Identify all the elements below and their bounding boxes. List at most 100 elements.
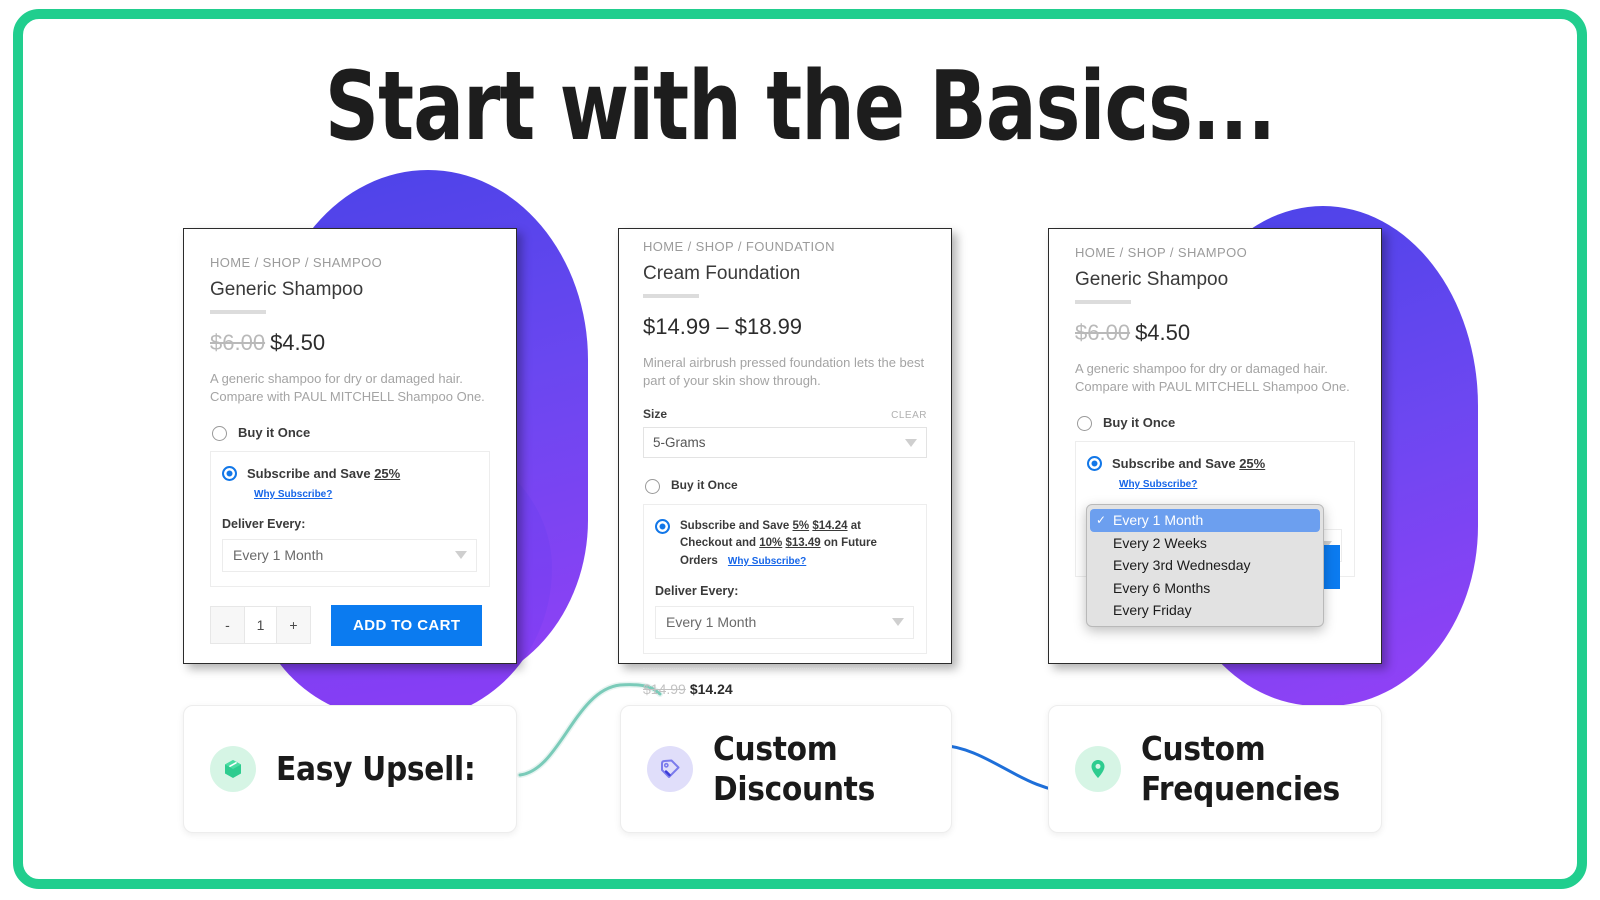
- summary-price: $14.99 $14.24: [643, 681, 927, 697]
- product-title: Cream Foundation: [643, 263, 801, 284]
- dropdown-option-every-3rd-wednesday[interactable]: Every 3rd Wednesday: [1090, 554, 1320, 577]
- subscribe-radio[interactable]: [655, 519, 670, 535]
- dropdown-option-every-6-months[interactable]: Every 6 Months: [1090, 577, 1320, 600]
- dropdown-option-label: Every 2 Weeks: [1113, 534, 1207, 551]
- price-original: $6.00: [1075, 320, 1131, 345]
- dropdown-option-label: Every 6 Months: [1113, 579, 1211, 596]
- divider: [643, 667, 927, 669]
- feature-label: Custom Frequencies: [1141, 729, 1340, 810]
- chevron-down-icon: [905, 438, 917, 447]
- dropdown-option-label: Every 1 Month: [1113, 512, 1204, 529]
- buy-once-option[interactable]: Buy it Once: [1075, 415, 1355, 432]
- subscribe-amt-1: $14.24: [812, 520, 848, 533]
- frequency-select[interactable]: Every 1 Month: [655, 605, 914, 639]
- check-icon: ✓: [1096, 513, 1107, 528]
- summary-price-current: $14.24: [689, 680, 733, 697]
- breadcrumb: HOME / SHOP / SHAMPOO: [1075, 245, 1248, 260]
- product-description: A generic shampoo for dry or damaged hai…: [1075, 361, 1350, 394]
- subscribe-amt-2: $13.49: [785, 537, 821, 550]
- title-underline-rule: [643, 294, 699, 298]
- subscribe-text: Subscribe and Save: [247, 466, 371, 482]
- feature-label-line1: Custom: [1141, 728, 1266, 768]
- price-current: $4.50: [270, 330, 326, 355]
- dropdown-option-label: Every 3rd Wednesday: [1113, 557, 1251, 574]
- frequency-value: Every 1 Month: [233, 547, 324, 564]
- feature-card-easy-upsell: Easy Upsell:: [183, 705, 517, 833]
- price-current: $4.50: [1135, 320, 1191, 345]
- subscribe-text-1: Subscribe and Save: [680, 520, 793, 533]
- subscribe-radio[interactable]: [222, 466, 237, 482]
- feature-label: Custom Discounts: [713, 729, 875, 810]
- feature-card-custom-discounts: Custom Discounts: [620, 705, 952, 833]
- size-header: Size CLEAR: [643, 407, 927, 421]
- buy-once-label: Buy it Once: [238, 425, 311, 441]
- product-description: Mineral airbrush pressed foundation lets…: [643, 355, 925, 388]
- breadcrumb: HOME / SHOP / FOUNDATION: [643, 239, 835, 254]
- price-row: $6.00 $4.50: [1075, 320, 1355, 346]
- subscribe-option[interactable]: Subscribe and Save 25% Why Subscribe?: [222, 465, 477, 503]
- quantity-increment-button[interactable]: +: [277, 607, 310, 644]
- dropdown-option-every-1-month[interactable]: ✓ Every 1 Month: [1090, 509, 1320, 532]
- buy-once-option[interactable]: Buy it Once: [643, 478, 927, 495]
- subscribe-option[interactable]: Subscribe and Save 5% $14.24 at Checkout…: [655, 518, 914, 570]
- cart-row: - 1 + ADD TO CART: [210, 604, 490, 646]
- subscribe-label: Subscribe and Save 25% Why Subscribe?: [247, 465, 477, 503]
- deliver-every-label: Deliver Every:: [222, 516, 306, 531]
- title-underline-rule: [1075, 300, 1131, 304]
- clear-link[interactable]: CLEAR: [891, 410, 927, 421]
- product-title: Generic Shampoo: [1075, 269, 1229, 290]
- size-select[interactable]: 5-Grams: [643, 427, 927, 459]
- price-row: $6.00 $4.50: [210, 330, 490, 356]
- feature-label-line2: Frequencies: [1141, 769, 1340, 808]
- product-description: A generic shampoo for dry or damaged hai…: [210, 371, 485, 404]
- subscribe-radio[interactable]: [1087, 456, 1102, 472]
- subscribe-text: Subscribe and Save: [1112, 456, 1236, 472]
- title-underline-rule: [210, 310, 266, 314]
- dropdown-option-every-2-weeks[interactable]: Every 2 Weeks: [1090, 532, 1320, 555]
- subscribe-option[interactable]: Subscribe and Save 25% Why Subscribe?: [1087, 455, 1342, 493]
- size-value: 5-Grams: [653, 435, 706, 451]
- subscribe-discount: 25%: [374, 466, 401, 482]
- deliver-every-label: Deliver Every:: [655, 583, 739, 598]
- dropdown-option-label: Every Friday: [1113, 602, 1192, 619]
- subscribe-pct-1: 5%: [792, 520, 810, 533]
- price-range: $14.99 – $18.99: [643, 314, 803, 339]
- dropdown-option-every-friday[interactable]: Every Friday: [1090, 599, 1320, 622]
- buy-once-label: Buy it Once: [1103, 415, 1176, 431]
- price-tag-icon: [647, 746, 693, 792]
- subscribe-pct-2: 10%: [759, 537, 783, 550]
- summary-price-original: $14.99: [643, 680, 686, 697]
- why-subscribe-link[interactable]: Why Subscribe?: [254, 489, 332, 500]
- product-title: Generic Shampoo: [210, 279, 364, 300]
- frequency-dropdown-menu[interactable]: ✓ Every 1 Month Every 2 Weeks Every 3rd …: [1086, 504, 1324, 627]
- feature-card-custom-frequencies: Custom Frequencies: [1048, 705, 1382, 833]
- quantity-decrement-button[interactable]: -: [211, 607, 244, 644]
- quantity-stepper[interactable]: - 1 +: [210, 606, 311, 645]
- quantity-value[interactable]: 1: [244, 607, 277, 644]
- breadcrumb: HOME / SHOP / SHAMPOO: [210, 255, 383, 270]
- subscribe-label: Subscribe and Save 5% $14.24 at Checkout…: [680, 518, 914, 570]
- buy-once-radio[interactable]: [645, 479, 660, 495]
- feature-label-line2: Discounts: [713, 769, 875, 808]
- add-to-cart-button[interactable]: ADD TO CART: [331, 604, 483, 646]
- feature-label-line1: Custom: [713, 728, 838, 768]
- buy-once-option[interactable]: Buy it Once: [210, 425, 490, 442]
- chevron-down-icon: [892, 618, 904, 627]
- page-title: Start with the Basics...: [324, 52, 1276, 162]
- why-subscribe-link[interactable]: Why Subscribe?: [1119, 479, 1197, 490]
- price-original: $6.00: [210, 330, 266, 355]
- buy-once-radio[interactable]: [212, 426, 227, 442]
- size-label: Size: [643, 407, 668, 422]
- buy-once-radio[interactable]: [1077, 416, 1092, 432]
- frequency-value: Every 1 Month: [666, 614, 757, 631]
- subscribe-discount: 25%: [1239, 456, 1266, 472]
- box-icon: [210, 746, 256, 792]
- poster-canvas: Start with the Basics... HOME / SHOP / S…: [0, 0, 1600, 900]
- chevron-down-icon: [455, 551, 467, 560]
- product-card-shampoo-upsell: HOME / SHOP / SHAMPOO Generic Shampoo $6…: [183, 228, 517, 664]
- why-subscribe-link[interactable]: Why Subscribe?: [728, 556, 806, 567]
- product-card-foundation-discounts: HOME / SHOP / FOUNDATION Cream Foundatio…: [618, 228, 952, 697]
- frequency-select[interactable]: Every 1 Month: [222, 538, 477, 572]
- subscribe-label: Subscribe and Save 25% Why Subscribe?: [1112, 455, 1342, 493]
- feature-label: Easy Upsell:: [276, 748, 476, 788]
